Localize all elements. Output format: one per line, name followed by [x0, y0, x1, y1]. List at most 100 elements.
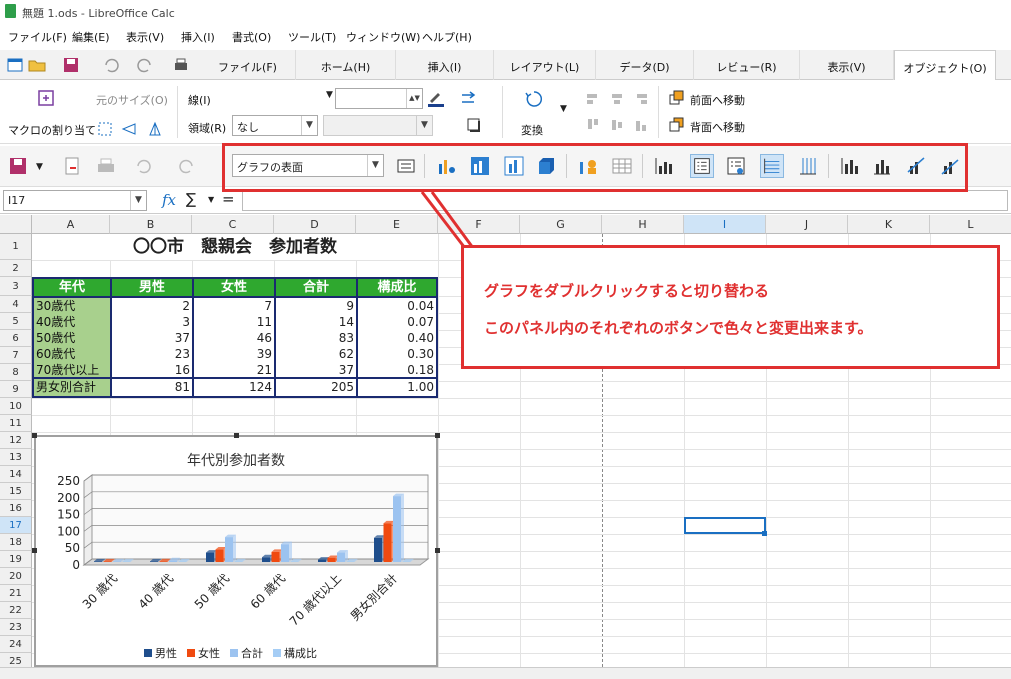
select-all-corner[interactable] [0, 215, 32, 234]
align-top-icon[interactable] [584, 116, 602, 134]
chart-print-icon[interactable] [94, 154, 118, 178]
sum-dropdown-arrow[interactable]: ▼ [208, 195, 214, 204]
align-right-icon[interactable] [632, 90, 650, 108]
menu-format[interactable]: 書式(O) [232, 29, 271, 45]
column-header[interactable]: D [274, 215, 356, 234]
table-cell[interactable]: 9 [276, 298, 356, 315]
transform-icon[interactable] [523, 88, 545, 110]
name-box[interactable]: I17 ▼ [3, 190, 147, 211]
sheet-title-cell[interactable]: 〇〇市 懇親会 参加者数 [32, 234, 438, 260]
row-header[interactable]: 16 [0, 500, 32, 517]
table-cell[interactable]: 16 [112, 362, 192, 379]
column-header-selected[interactable]: I [684, 215, 766, 234]
row-header[interactable]: 24 [0, 636, 32, 653]
menu-edit[interactable]: 編集(E) [72, 29, 110, 45]
redo-icon[interactable] [136, 56, 154, 74]
function-wizard-icon[interactable]: fx [162, 191, 176, 209]
row-header[interactable]: 19 [0, 551, 32, 568]
menu-tools[interactable]: ツール(T) [288, 29, 336, 45]
flip-vertical-icon[interactable] [120, 120, 138, 138]
flip-horizontal-icon[interactable] [146, 120, 164, 138]
bring-to-front-icon[interactable] [668, 89, 686, 107]
row-header[interactable]: 9 [0, 381, 32, 398]
tab-view[interactable]: 表示(V) [800, 50, 894, 80]
tab-insert[interactable]: 挿入(I) [396, 50, 494, 80]
table-cell[interactable]: 62 [276, 346, 356, 363]
assign-macro-icon[interactable] [36, 88, 56, 108]
chart-undo-icon[interactable] [132, 154, 156, 178]
line-width-spinner[interactable]: ▲▼ [335, 88, 423, 109]
table-cell[interactable]: 7 [194, 298, 274, 315]
table-cell[interactable]: 50歳代 [34, 330, 110, 346]
row-header[interactable]: 8 [0, 364, 32, 381]
row-header[interactable]: 20 [0, 568, 32, 585]
tab-object[interactable]: オブジェクト(O) [894, 50, 996, 80]
row-header[interactable]: 10 [0, 398, 32, 415]
row-header[interactable]: 7 [0, 347, 32, 364]
table-cell[interactable]: 81 [112, 379, 192, 396]
table-cell[interactable]: 14 [276, 314, 356, 331]
bring-to-front-label[interactable]: 前面へ移動 [690, 92, 745, 108]
row-header[interactable]: 13 [0, 449, 32, 466]
area-fill-select[interactable]: ▼ [323, 115, 433, 136]
column-header[interactable]: B [110, 215, 192, 234]
table-cell[interactable]: 1.00 [358, 379, 436, 396]
row-header[interactable]: 6 [0, 330, 32, 347]
table-cell[interactable]: 0.30 [358, 346, 436, 363]
print-icon[interactable] [172, 56, 190, 74]
sum-icon[interactable]: ∑ [186, 190, 196, 208]
row-header[interactable]: 2 [0, 260, 32, 277]
menu-view[interactable]: 表示(V) [126, 29, 164, 45]
column-header[interactable]: J [766, 215, 848, 234]
line-color-icon[interactable] [427, 89, 445, 107]
row-header[interactable]: 4 [0, 296, 32, 313]
formula-input[interactable] [242, 190, 1008, 211]
formula-equals-icon[interactable]: = [222, 190, 235, 208]
table-cell[interactable]: 0.07 [358, 314, 436, 331]
horizontal-scrollbar[interactable] [0, 667, 1011, 679]
fill-handle[interactable] [762, 531, 767, 536]
tab-home[interactable]: ホーム(H) [296, 50, 396, 80]
menu-window[interactable]: ウィンドウ(W) [346, 29, 420, 45]
table-cell[interactable]: 60歳代 [34, 346, 110, 362]
menu-help[interactable]: ヘルプ(H) [422, 29, 472, 45]
send-to-back-label[interactable]: 背面へ移動 [690, 119, 745, 135]
menu-file[interactable]: ファイル(F) [8, 29, 67, 45]
table-cell[interactable]: 37 [276, 362, 356, 379]
crop-icon[interactable] [96, 120, 114, 138]
table-header-total[interactable]: 合計 [276, 279, 356, 296]
row-header[interactable]: 15 [0, 483, 32, 500]
column-header[interactable]: G [520, 215, 602, 234]
arrow-style-icon[interactable] [460, 89, 478, 107]
table-cell[interactable]: 11 [194, 314, 274, 331]
align-left-icon[interactable] [584, 90, 602, 108]
row-header[interactable]: 14 [0, 466, 32, 483]
column-header[interactable]: K [848, 215, 930, 234]
menu-insert[interactable]: 挿入(I) [181, 29, 215, 45]
tab-layout[interactable]: レイアウト(L) [494, 50, 596, 80]
shadow-icon[interactable] [465, 116, 483, 134]
save-dropdown-arrow[interactable]: ▼ [36, 162, 43, 172]
export-pdf-icon[interactable] [60, 154, 84, 178]
table-cell[interactable]: 0.04 [358, 298, 436, 315]
table-cell[interactable]: 37 [112, 330, 192, 347]
table-cell[interactable]: 205 [276, 379, 356, 396]
column-header[interactable]: A [32, 215, 110, 234]
transform-dropdown-arrow[interactable]: ▼ [560, 104, 567, 114]
line-style-dropdown-arrow[interactable]: ▼ [326, 90, 333, 100]
table-cell[interactable]: 3 [112, 314, 192, 331]
row-header[interactable]: 22 [0, 602, 32, 619]
column-header[interactable]: L [930, 215, 1011, 234]
table-cell[interactable]: 39 [194, 346, 274, 363]
table-cell[interactable]: 男女別合計 [34, 379, 110, 396]
table-cell[interactable]: 70歳代以上 [34, 362, 110, 377]
save-icon[interactable] [62, 56, 80, 74]
row-header[interactable]: 23 [0, 619, 32, 636]
table-header-male[interactable]: 男性 [112, 279, 192, 296]
assign-macro-label[interactable]: マクロの割り当て [8, 122, 96, 138]
area-style-select[interactable]: なし ▼ [232, 115, 318, 136]
chart-object[interactable]: 年代別参加者数 0 50 100 150 200 250 30 歳代 40 歳代 50 歳代 60 … [34, 435, 438, 667]
align-center-icon[interactable] [608, 90, 626, 108]
resize-handle[interactable] [32, 548, 37, 553]
table-cell[interactable]: 30歳代 [34, 298, 110, 314]
